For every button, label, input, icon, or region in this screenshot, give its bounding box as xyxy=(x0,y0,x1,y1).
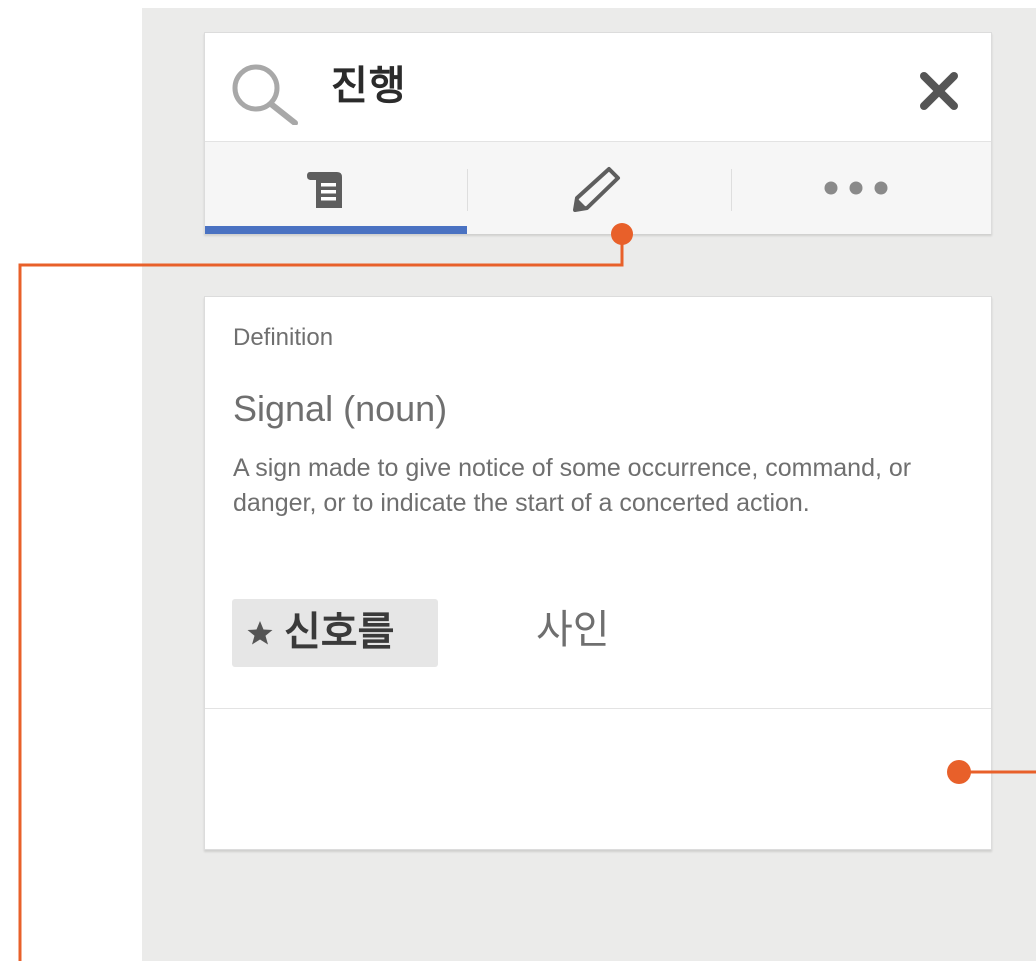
tab-edit[interactable] xyxy=(467,142,731,234)
scroll-doc-icon xyxy=(307,172,342,208)
definition-text: A sign made to give notice of some occur… xyxy=(233,454,912,517)
active-tab-indicator xyxy=(205,226,467,234)
definition-card: Definition Signal (noun) A sign made to … xyxy=(204,296,992,850)
primary-translation-chip[interactable]: 신호를 xyxy=(232,599,438,667)
search-bar[interactable]: 진행 xyxy=(205,33,991,142)
search-query[interactable]: 진행 xyxy=(331,61,407,111)
primary-translation: 신호를 xyxy=(284,609,395,655)
screenshot-stage: 진행 Definition Signal (noun) A sign made … xyxy=(0,0,1036,961)
close-icon[interactable] xyxy=(909,61,969,121)
alternative-translation[interactable]: 사인 xyxy=(536,605,610,655)
tab-more[interactable] xyxy=(731,142,991,234)
search-icon[interactable] xyxy=(223,55,307,125)
definition-card-footer xyxy=(205,709,991,849)
pencil-icon xyxy=(573,167,620,212)
definition-label: Definition xyxy=(233,324,334,351)
star-icon xyxy=(247,621,273,645)
tab-definition[interactable] xyxy=(205,142,467,234)
definition-term: Signal (noun) xyxy=(233,388,448,429)
search-card: 진행 xyxy=(204,32,992,234)
more-dots-icon xyxy=(824,181,888,195)
tab-bar xyxy=(205,142,991,234)
